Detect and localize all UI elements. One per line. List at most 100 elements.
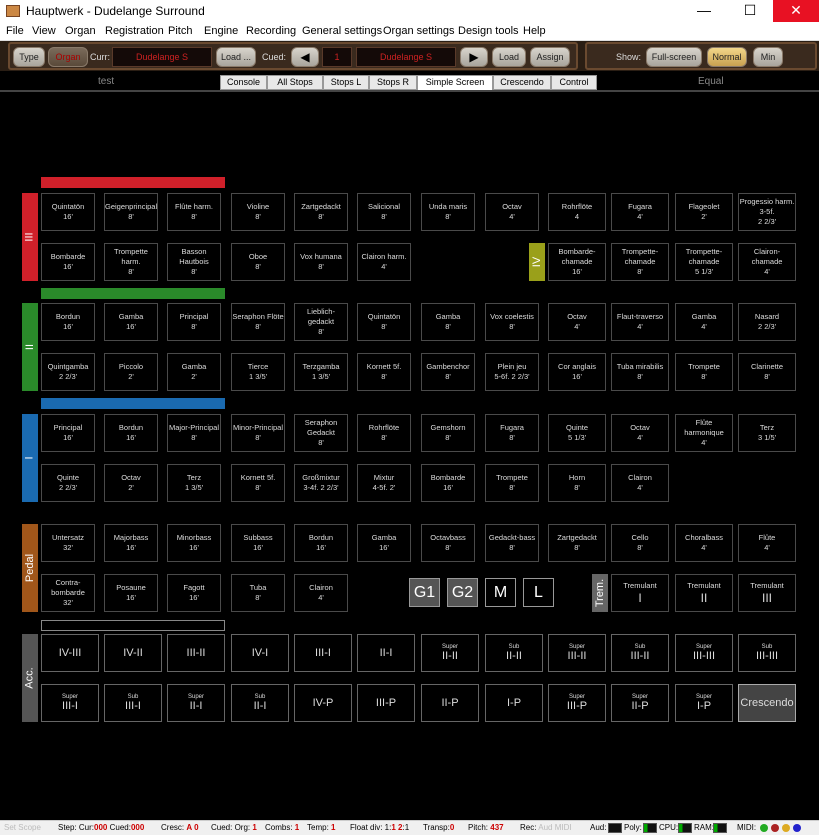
stop-button[interactable]: Seraphon Gedackt 8' xyxy=(294,414,348,452)
accessories-tab[interactable]: Acc. xyxy=(22,634,38,722)
stop-button[interactable]: Subbass 16' xyxy=(231,524,285,562)
stop-button[interactable]: Clairon-chamade 4' xyxy=(738,243,796,281)
stop-button[interactable]: Horn 8' xyxy=(548,464,606,502)
coupler-button[interactable]: Super III-P xyxy=(548,684,606,722)
coupler-button[interactable]: IV-II xyxy=(104,634,162,672)
stop-button[interactable]: Octav 2' xyxy=(104,464,158,502)
tab-control[interactable]: Control xyxy=(551,75,597,90)
stop-button[interactable]: Trompette-chamade 5 1/3' xyxy=(675,243,733,281)
coupler-button[interactable]: Sub II-II xyxy=(485,634,543,672)
stop-button[interactable]: Clairon harm. 4' xyxy=(357,243,411,281)
menu-general-settings[interactable]: General settings xyxy=(302,25,382,37)
stop-button[interactable]: Clairon 4' xyxy=(611,464,669,502)
menu-file[interactable]: File xyxy=(6,25,24,37)
menu-recording[interactable]: Recording xyxy=(246,25,296,37)
stop-button[interactable]: Salicional 8' xyxy=(357,193,411,231)
menu-registration[interactable]: Registration xyxy=(105,25,164,37)
stop-button[interactable]: Plein jeu 5-6f. 2 2/3' xyxy=(485,353,539,391)
stop-button[interactable]: Trompette harm. 8' xyxy=(104,243,158,281)
menu-engine[interactable]: Engine xyxy=(204,25,238,37)
close-button[interactable]: ✕ xyxy=(773,0,819,22)
coupler-button[interactable]: III-P xyxy=(357,684,415,722)
stop-button[interactable]: Bombarde 16' xyxy=(41,243,95,281)
coupler-button[interactable]: Super III-II xyxy=(548,634,606,672)
stop-button[interactable]: Octavbass 8' xyxy=(421,524,475,562)
coupler-button[interactable]: III-I xyxy=(294,634,352,672)
stop-button[interactable]: Gamba 16' xyxy=(357,524,411,562)
stop-button[interactable]: Flûte 4' xyxy=(738,524,796,562)
stop-button[interactable]: Majorbass 16' xyxy=(104,524,158,562)
menu-organ[interactable]: Organ xyxy=(65,25,96,37)
coupler-button[interactable]: I-P xyxy=(485,684,543,722)
stop-button[interactable]: Piccolo 2' xyxy=(104,353,158,391)
stop-button[interactable]: Trompete 8' xyxy=(675,353,733,391)
stop-button[interactable]: Vox humana 8' xyxy=(294,243,348,281)
stop-button[interactable]: Trompette-chamade 8' xyxy=(611,243,669,281)
stop-button[interactable]: Tierce 1 3/5' xyxy=(231,353,285,391)
stop-button[interactable]: Untersatz 32' xyxy=(41,524,95,562)
stop-button[interactable]: Bombarde 16' xyxy=(421,464,475,502)
coupler-button[interactable]: IV-I xyxy=(231,634,289,672)
stop-button[interactable]: Tuba 8' xyxy=(231,574,285,612)
assign-button[interactable]: Assign xyxy=(530,47,570,67)
tab-simple-screen[interactable]: Simple Screen xyxy=(417,75,493,91)
stop-button[interactable]: Terz 1 3/5' xyxy=(167,464,221,502)
stop-button[interactable]: Trompete 8' xyxy=(485,464,539,502)
stop-button[interactable]: Oboe 8' xyxy=(231,243,285,281)
coupler-button[interactable]: Sub III-I xyxy=(104,684,162,722)
menu-design-tools[interactable]: Design tools xyxy=(458,25,519,37)
stop-button[interactable]: Clarinette 8' xyxy=(738,353,796,391)
coupler-button[interactable]: Super II-I xyxy=(167,684,225,722)
stop-button[interactable]: Octav 4' xyxy=(548,303,606,341)
tab-console[interactable]: Console xyxy=(220,75,267,90)
stop-button[interactable]: Fagott 16' xyxy=(167,574,221,612)
coupler-button[interactable]: II-P xyxy=(421,684,479,722)
stop-button[interactable]: Bordun 16' xyxy=(104,414,158,452)
stop-button[interactable]: Minorbass 16' xyxy=(167,524,221,562)
previous-arrow-button[interactable]: ◀ xyxy=(291,47,319,67)
general-g2-button[interactable]: G2 xyxy=(447,578,478,607)
stop-button[interactable]: Gedackt-bass 8' xyxy=(485,524,539,562)
tab-all-stops[interactable]: All Stops xyxy=(267,75,323,90)
division-iii-tab[interactable]: III xyxy=(22,193,38,281)
stop-button[interactable]: Octav 4' xyxy=(485,193,539,231)
stop-button[interactable]: Terzgamba 1 3/5' xyxy=(294,353,348,391)
menu-help[interactable]: Help xyxy=(523,25,546,37)
stop-button[interactable]: Quintatön 16' xyxy=(41,193,95,231)
stop-button[interactable]: Tremulant III xyxy=(738,574,796,612)
next-arrow-button[interactable]: ▶ xyxy=(460,47,488,67)
stop-button[interactable]: Kornett 5f. 8' xyxy=(357,353,411,391)
stop-button[interactable]: Großmixtur 3-4f. 2 2/3' xyxy=(294,464,348,502)
stop-button[interactable]: Posaune 16' xyxy=(104,574,158,612)
stop-button[interactable]: Minor-Principal 8' xyxy=(231,414,285,452)
lock-l-button[interactable]: L xyxy=(523,578,554,607)
coupler-button[interactable]: IV-P xyxy=(294,684,352,722)
coupler-button[interactable]: Super I-P xyxy=(675,684,733,722)
minimize-button[interactable]: — xyxy=(681,0,727,22)
tab-stops-l[interactable]: Stops L xyxy=(323,75,369,90)
full-screen-button[interactable]: Full-screen xyxy=(646,47,702,67)
coupler-button[interactable]: IV-III xyxy=(41,634,99,672)
tab-crescendo[interactable]: Crescendo xyxy=(493,75,551,90)
crescendo-button[interactable]: Crescendo xyxy=(738,684,796,722)
coupler-button[interactable]: Super II-II xyxy=(421,634,479,672)
stop-button[interactable]: Kornett 5f. 8' xyxy=(231,464,285,502)
stop-button[interactable]: Quintatön 8' xyxy=(357,303,411,341)
stop-button[interactable]: Mixtur 4-5f. 2' xyxy=(357,464,411,502)
stop-button[interactable]: Gamba 8' xyxy=(421,303,475,341)
min-button[interactable]: Min xyxy=(753,47,783,67)
stop-button[interactable]: Vox coelestis 8' xyxy=(485,303,539,341)
coupler-button[interactable]: Sub III-III xyxy=(738,634,796,672)
stop-button[interactable]: Seraphon Flöte 8' xyxy=(231,303,285,341)
stop-button[interactable]: Nasard 2 2/3' xyxy=(738,303,796,341)
coupler-button[interactable]: Sub II-I xyxy=(231,684,289,722)
tremulant-tab[interactable]: Trem. xyxy=(592,574,608,612)
coupler-button[interactable]: Super II-P xyxy=(611,684,669,722)
menu-organ-settings[interactable]: Organ settings xyxy=(383,25,455,37)
tab-stops-r[interactable]: Stops R xyxy=(369,75,417,90)
stop-button[interactable]: Zartgedackt 8' xyxy=(548,524,606,562)
stop-button[interactable]: Tremulant I xyxy=(611,574,669,612)
stop-button[interactable]: Tremulant II xyxy=(675,574,733,612)
division-ii-tab[interactable]: II xyxy=(22,303,38,391)
stop-button[interactable]: Fugara 8' xyxy=(485,414,539,452)
